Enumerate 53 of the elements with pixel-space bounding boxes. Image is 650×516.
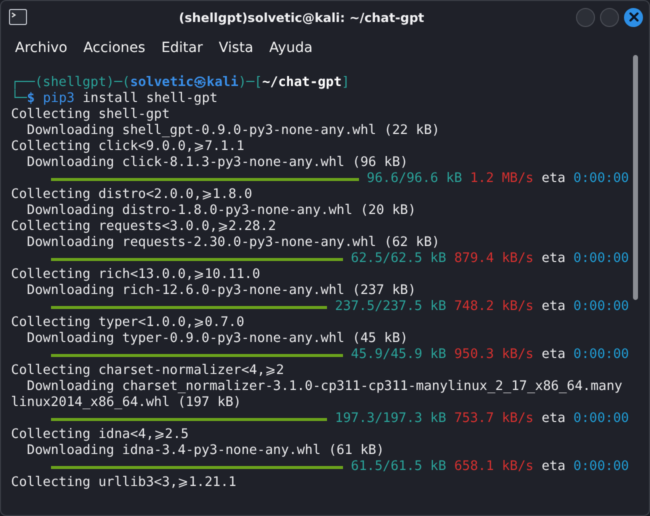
window-title: (shellgpt)solvetic@kali: ~/chat-gpt <box>178 10 426 24</box>
output-line: Downloading rich-12.6.0-py3-none-any.whl (237 kB) <box>26 283 417 299</box>
output-line: Collecting distro<2.0.0,⩾1.8.0 <box>11 187 254 203</box>
eta-time: 0:00:00 <box>573 347 629 363</box>
download-size: 237.5/237.5 kB <box>335 299 446 315</box>
output-line: Collecting urllib3<3,⩾1.21.1 <box>11 475 238 491</box>
eta-time: 0:00:00 <box>573 411 629 427</box>
output-line: Downloading shell_gpt-0.9.0-py3-none-any.whl (22 kB) <box>26 123 441 139</box>
download-speed: 658.1 kB/s <box>454 459 534 475</box>
download-speed: 753.7 kB/s <box>454 411 534 427</box>
output-line: Downloading requests-2.30.0-py3-none-any.whl (62 kB) <box>26 235 441 251</box>
output-line: Collecting rich<13.0.0,⩾10.11.0 <box>11 267 262 283</box>
menu-item[interactable]: Vista <box>218 40 254 56</box>
output-line: Collecting click<9.0.0,⩾7.1.1 <box>11 139 246 155</box>
output-line: Collecting charset-normalizer<4,⩾2 <box>11 363 286 379</box>
eta-time: 0:00:00 <box>573 459 629 475</box>
eta-label: eta <box>542 347 566 363</box>
eta-time: 0:00:00 <box>573 299 629 315</box>
eta-time: 0:00:00 <box>573 171 629 187</box>
download-speed: 879.4 kB/s <box>454 251 534 267</box>
prompt-line: └─$ pip3 install shell-gpt <box>11 91 219 107</box>
eta-label: eta <box>542 459 566 475</box>
download-speed: 1.2 MB/s <box>470 171 534 187</box>
close-icon <box>628 12 638 22</box>
eta-label: eta <box>542 411 566 427</box>
output-line: Downloading typer-0.9.0-py3-none-any.whl (45 kB) <box>26 331 409 347</box>
download-speed: 748.2 kB/s <box>454 299 534 315</box>
download-size: 61.5/61.5 kB <box>350 459 446 475</box>
download-size: 197.3/197.3 kB <box>335 411 446 427</box>
terminal-icon <box>9 9 27 25</box>
eta-label: eta <box>542 171 566 187</box>
output-line: Collecting requests<3.0.0,⩾2.28.2 <box>11 219 278 235</box>
output-line: Downloading idna-3.4-py3-none-any.whl (61 kB) <box>26 443 386 459</box>
output-line: Collecting idna<4,⩾2.5 <box>11 427 190 443</box>
output-line: Downloading charset_normalizer-3.1.0-cp311-cp311-manylinux_2_17_x86_64.many <box>26 379 624 395</box>
menu-item[interactable]: Acciones <box>83 40 146 56</box>
menu-item[interactable]: Archivo <box>15 40 68 56</box>
eta-time: 0:00:00 <box>573 251 629 267</box>
download-size: 62.5/62.5 kB <box>350 251 446 267</box>
eta-label: eta <box>542 251 566 267</box>
download-size: 96.6/96.6 kB <box>366 171 462 187</box>
menu-item[interactable]: Editar <box>161 40 203 56</box>
output-line: Collecting shell-gpt <box>11 107 171 123</box>
eta-label: eta <box>542 299 566 315</box>
output-line: linux2014_x86_64.whl (197 kB) <box>11 395 242 411</box>
prompt-line: ┌──(shellgpt)─(solvetic㉿kali)─[~/chat-gpt] <box>11 75 351 90</box>
download-speed: 950.3 kB/s <box>454 347 534 363</box>
download-size: 45.9/45.9 kB <box>350 347 446 363</box>
close-button[interactable] <box>624 8 643 26</box>
output-line: Downloading click-8.1.3-py3-none-any.whl (96 kB) <box>26 155 409 171</box>
menu-item[interactable]: Ayuda <box>269 40 313 56</box>
output-line: Collecting typer<1.0.0,⩾0.7.0 <box>11 315 246 331</box>
output-line: Downloading distro-1.8.0-py3-none-any.whl (20 kB) <box>26 203 417 219</box>
